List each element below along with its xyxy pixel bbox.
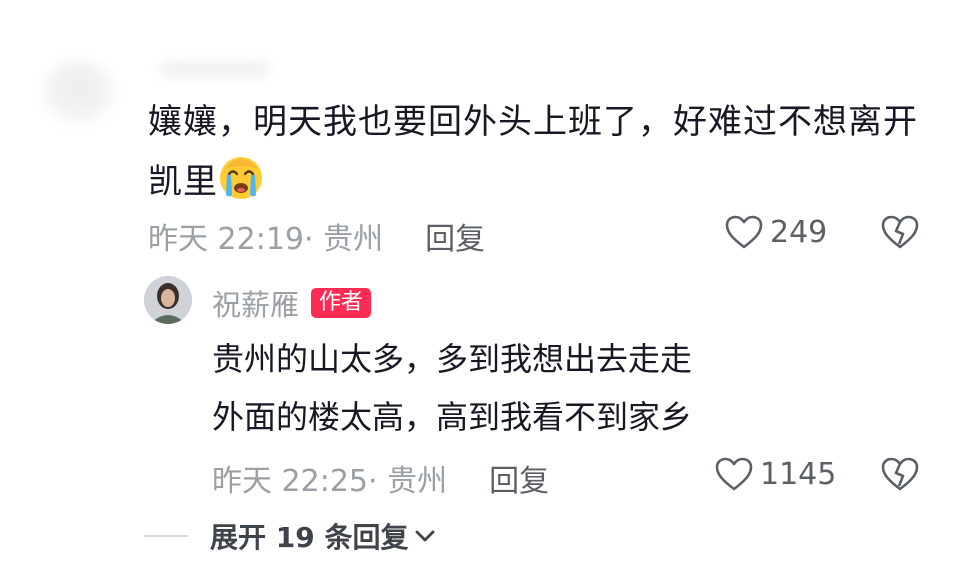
broken-heart-icon[interactable] [880,214,920,250]
reply-location: · 贵州 [368,464,448,499]
comment-line-2: 凯里 [148,152,928,212]
reply-line-2: 外面的楼太高，高到我看不到家乡 [212,398,693,436]
chevron-down-icon [416,530,435,542]
avatar-blurred[interactable] [40,60,116,124]
reply-reply-button[interactable]: 回复 [489,456,549,500]
reply-button[interactable]: 回复 [425,214,485,258]
author-avatar[interactable] [144,276,192,324]
expand-replies-button[interactable]: 展开 19 条回复 [144,516,436,556]
reply-line-1: 贵州的山太多，多到我想出去走走 [212,340,693,378]
heart-icon [715,457,753,491]
comment-time: 昨天 22:19 [148,222,304,257]
crying-face-emoji-icon [220,157,262,199]
avatar-portrait-icon [144,276,192,324]
heart-icon [725,215,763,249]
reply-author-name[interactable]: 祝薪雁 [212,282,299,324]
like-button[interactable]: 249 [724,214,827,250]
comment-line-1: 孃孃，明天我也要回外头上班了，好难过不想离开 [148,102,918,142]
like-count: 249 [770,214,828,250]
reply-like-button[interactable]: 1145 [714,456,836,492]
reply-author-row: 祝薪雁 作者 [212,282,372,324]
reply-meta: 昨天 22:25 · 贵州 回复 [212,456,549,500]
reply-text: 贵州的山太多，多到我想出去走走 外面的楼太高，高到我看不到家乡 [212,330,912,446]
author-badge: 作者 [311,288,372,318]
divider-line [144,535,188,537]
comment-location: · 贵州 [304,222,384,257]
reply-time: 昨天 22:25 [212,464,368,499]
reply-like-count: 1145 [760,456,837,492]
expand-replies-label: 展开 19 条回复 [210,521,409,554]
broken-heart-icon[interactable] [880,456,920,492]
username-blurred[interactable] [160,62,270,76]
comment-meta: 昨天 22:19 · 贵州 回复 [148,214,485,258]
comment-text: 孃孃，明天我也要回外头上班了，好难过不想离开 凯里 [148,92,928,212]
